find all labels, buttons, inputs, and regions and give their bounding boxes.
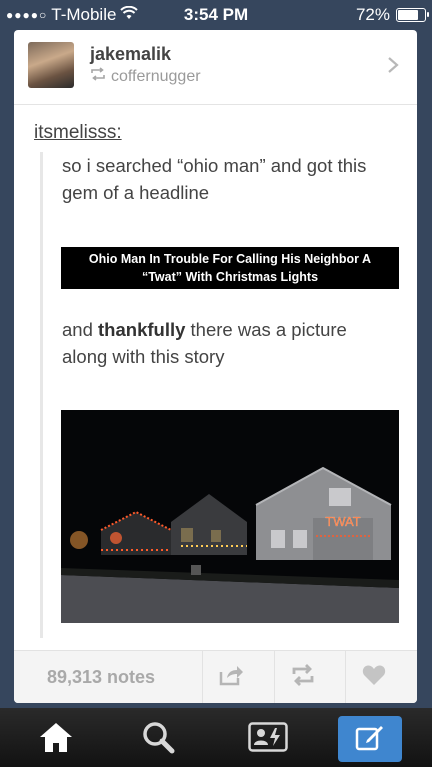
- reblog-button[interactable]: [274, 651, 330, 703]
- tab-search[interactable]: [126, 716, 190, 762]
- post-footer: 89,313 notes: [14, 650, 417, 703]
- battery-icon: [396, 8, 429, 22]
- headline-line-2: “Twat” With Christmas Lights: [141, 270, 319, 284]
- avatar[interactable]: [28, 42, 74, 88]
- home-icon: [38, 721, 74, 758]
- quoted-post: so i searched “ohio man” and got this ge…: [40, 152, 399, 638]
- tab-compose[interactable]: [338, 716, 402, 762]
- account-activity-icon: [248, 721, 288, 757]
- blog-name[interactable]: jakemalik: [90, 44, 171, 65]
- tab-home[interactable]: [24, 716, 88, 762]
- tab-activity[interactable]: [236, 716, 300, 762]
- post-text-1: so i searched “ohio man” and got this ge…: [62, 155, 367, 203]
- headline-line-1: Ohio Man In Trouble For Calling His Neig…: [88, 252, 372, 266]
- christmas-lights-photo[interactable]: TWAT: [61, 410, 399, 623]
- reblogged-from-name: coffernugger: [111, 67, 201, 85]
- notes-count[interactable]: 89,313 notes: [47, 667, 155, 688]
- chevron-right-icon[interactable]: [387, 54, 399, 80]
- reblog-source[interactable]: coffernugger: [90, 67, 201, 86]
- heart-icon: [362, 664, 386, 691]
- status-bar: ●●●●○ T-Mobile 3:54 PM 72%: [0, 0, 432, 30]
- reblog-icon: [90, 67, 106, 86]
- post-text-2-before: and: [62, 319, 99, 340]
- share-icon: [218, 664, 244, 691]
- share-button[interactable]: [202, 651, 258, 703]
- source-username[interactable]: itsmelisss:: [34, 122, 122, 144]
- battery-info: 72%: [355, 5, 429, 25]
- compose-icon: [355, 723, 385, 756]
- bottom-tab-bar: [0, 708, 432, 767]
- post-card: jakemalik coffernugger itsmelisss: so i …: [14, 30, 417, 703]
- battery-percentage: 72%: [355, 5, 390, 24]
- search-icon: [141, 720, 175, 759]
- christmas-lights-text: TWAT: [325, 514, 360, 529]
- reblog-icon: [291, 664, 315, 691]
- like-button[interactable]: [345, 651, 401, 703]
- post-header[interactable]: jakemalik coffernugger: [14, 30, 417, 105]
- post-text-2: and thankfully there was a picture along…: [62, 316, 392, 370]
- post-text-2-bold: thankfully: [98, 319, 186, 340]
- headline-image: Ohio Man In Trouble For Calling His Neig…: [61, 247, 399, 289]
